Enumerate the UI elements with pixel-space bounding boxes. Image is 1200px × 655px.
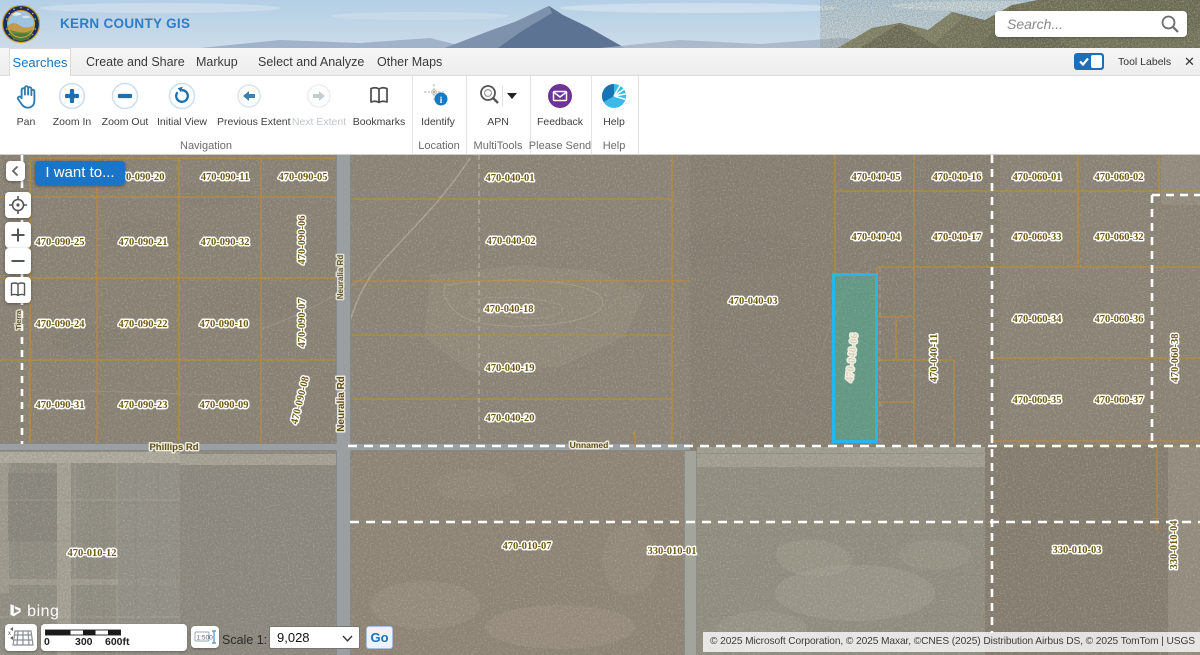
svg-text:470-060-36: 470-060-36 <box>1095 314 1144 325</box>
svg-text:470-040-19: 470-040-19 <box>486 363 535 374</box>
svg-text:1:500: 1:500 <box>197 635 214 642</box>
svg-text:470-090-06: 470-090-06 <box>297 216 308 265</box>
svg-text:470-060-32: 470-060-32 <box>1095 232 1144 243</box>
svg-text:Tierra: Tierra <box>16 310 23 329</box>
svg-text:470-060-02: 470-060-02 <box>1095 172 1144 183</box>
svg-text:470-060-38: 470-060-38 <box>1170 334 1181 383</box>
svg-text:470-090-25: 470-090-25 <box>36 237 85 248</box>
svg-text:470-090-07: 470-090-07 <box>297 299 308 348</box>
svg-text:470-040-18: 470-040-18 <box>485 304 534 315</box>
svg-text:470-040-03: 470-040-03 <box>729 296 778 307</box>
svg-text:470-060-34: 470-060-34 <box>1013 314 1063 325</box>
svg-text:470-040-05: 470-040-05 <box>852 172 901 183</box>
svg-text:470-060-01: 470-060-01 <box>1013 172 1062 183</box>
svg-text:470-090-10: 470-090-10 <box>200 319 249 330</box>
svg-text:470-090-11: 470-090-11 <box>201 172 249 183</box>
svg-text:x: x <box>8 631 11 637</box>
svg-text:330-010-04: 330-010-04 <box>1169 520 1180 570</box>
svg-text:470-090-31: 470-090-31 <box>36 400 85 411</box>
svg-text:470-090-22: 470-090-22 <box>119 319 168 330</box>
svg-text:Neuralia Rd: Neuralia Rd <box>336 255 345 300</box>
svg-text:470-040-01: 470-040-01 <box>486 173 535 184</box>
svg-text:470-040-17: 470-040-17 <box>933 232 982 243</box>
svg-text:470-010-12: 470-010-12 <box>68 548 117 559</box>
svg-text:300: 300 <box>75 636 93 648</box>
svg-text:470-090-21: 470-090-21 <box>119 237 168 248</box>
svg-text:Neuralia Rd: Neuralia Rd <box>336 376 347 432</box>
svg-text:Unnamed: Unnamed <box>570 440 609 450</box>
svg-text:470-060-33: 470-060-33 <box>1013 232 1062 243</box>
svg-text:470-090-05: 470-090-05 <box>279 172 328 183</box>
svg-text:470-060-37: 470-060-37 <box>1095 395 1144 406</box>
svg-text:600ft: 600ft <box>105 636 130 648</box>
svg-text:470-010-07: 470-010-07 <box>503 541 552 552</box>
svg-text:470-040-20: 470-040-20 <box>486 413 535 424</box>
svg-text:0: 0 <box>44 636 50 648</box>
svg-text:330-010-01: 330-010-01 <box>648 546 697 557</box>
svg-text:470-040-11: 470-040-11 <box>929 334 940 382</box>
svg-text:470-060-35: 470-060-35 <box>1013 395 1062 406</box>
svg-text:470-040-16: 470-040-16 <box>933 172 982 183</box>
svg-text:330-010-03: 330-010-03 <box>1053 545 1102 556</box>
svg-text:470-040-02: 470-040-02 <box>487 236 536 247</box>
svg-text:470-090-09: 470-090-09 <box>200 400 249 411</box>
svg-text:470-040-04: 470-040-04 <box>852 232 902 243</box>
svg-text:470-090-32: 470-090-32 <box>201 237 250 248</box>
svg-text:Phillips Rd: Phillips Rd <box>149 442 198 453</box>
svg-text:470-090-23: 470-090-23 <box>119 400 168 411</box>
svg-text:470-090-24: 470-090-24 <box>36 319 86 330</box>
